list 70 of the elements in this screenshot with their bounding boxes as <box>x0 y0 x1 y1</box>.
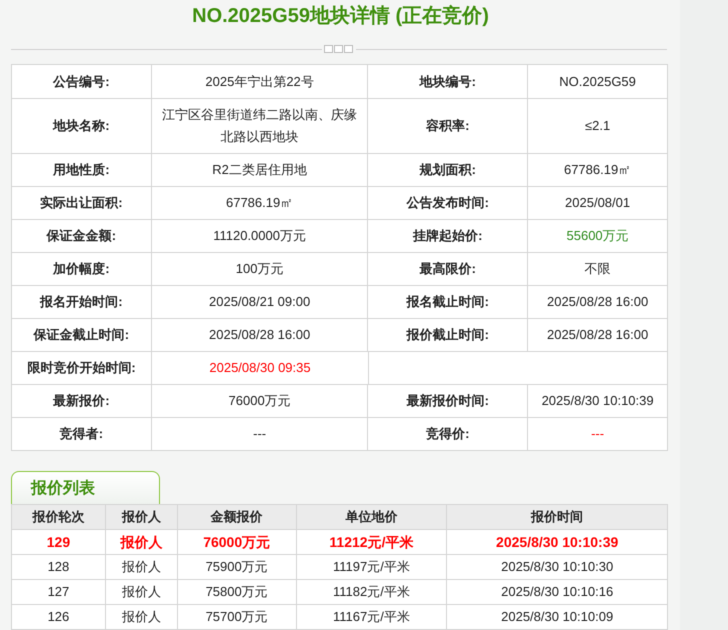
table-cell: 报价人 <box>104 555 177 579</box>
field-label: 保证金金额: <box>45 227 118 246</box>
field-label: 报名开始时间: <box>38 293 124 312</box>
table-cell: 报价人 <box>104 580 177 604</box>
column-header: 报价轮次 <box>31 508 86 526</box>
column-header: 单位地价 <box>296 505 446 529</box>
field-value: R2二类居住用地 <box>150 154 368 186</box>
table-cell: 11167元/平米 <box>296 605 446 629</box>
field-value: 2025年宁出第22号 <box>150 65 368 98</box>
table-cell-text: 126 <box>46 608 70 626</box>
page-title: NO.2025G59地块详情 (正在竞价) <box>192 4 489 29</box>
field-value: --- <box>527 418 667 450</box>
field-label: 公告编号: <box>52 72 111 91</box>
field-value: 2025/8/30 10:10:39 <box>527 385 667 417</box>
field-value: 江宁区谷里街道纬二路以南、庆缘北路以西地块 <box>150 99 368 153</box>
field-label: 最高限价: <box>367 253 528 285</box>
field-label: 规划面积: <box>367 154 528 186</box>
column-header: 报价人 <box>104 505 177 529</box>
table-cell-text: 128 <box>46 558 70 576</box>
field-label: 最新报价: <box>52 392 111 410</box>
field-label: 竞得价: <box>367 418 528 450</box>
column-header: 金额报价 <box>176 505 296 529</box>
field-value: 2025/08/28 16:00 <box>527 319 667 351</box>
table-cell: 报价人 <box>104 605 177 629</box>
field-label: 实际出让面积: <box>39 194 124 212</box>
field-value: 2025/08/01 <box>527 187 667 219</box>
table-cell: 2025/8/30 10:10:39 <box>446 530 667 554</box>
field-value: 67786.19㎡ <box>527 154 667 186</box>
field-value: 2025/08/30 09:35 <box>151 352 368 384</box>
field-label: 容积率: <box>367 99 528 153</box>
field-value: --- <box>150 418 368 450</box>
field-value: 2025/08/28 16:00 <box>527 286 667 318</box>
table-cell: 75800万元 <box>176 580 296 604</box>
field-label: 报名截止时间: <box>367 286 528 318</box>
field-value: 2025/08/21 09:00 <box>150 286 368 318</box>
field-value: 11120.0000万元 <box>150 220 368 252</box>
table-cell: 75900万元 <box>176 555 296 579</box>
table-cell: 11197元/平米 <box>296 555 446 579</box>
field-value: 2025/08/28 16:00 <box>150 319 368 351</box>
field-value: 不限 <box>527 253 667 285</box>
table-cell: 75700万元 <box>176 605 296 629</box>
field-label: 用地性质: <box>52 161 111 180</box>
field-label: 保证金截止时间: <box>32 326 130 344</box>
field-label: 挂牌起始价: <box>367 220 528 252</box>
field-value: 55600万元 <box>527 220 667 252</box>
table-cell: 11212元/平米 <box>296 530 446 554</box>
field-value: 67786.19㎡ <box>150 187 368 219</box>
field-label: 加价幅度: <box>52 260 111 278</box>
field-label: 地块名称: <box>52 117 111 136</box>
field-value: NO.2025G59 <box>527 65 667 98</box>
table-cell-text: 127 <box>46 583 70 602</box>
table-cell-text: 129 <box>46 532 72 552</box>
table-cell: 11182元/平米 <box>296 580 446 604</box>
field-value: 76000万元 <box>150 385 368 417</box>
table-cell: 2025/8/30 10:10:16 <box>446 580 667 604</box>
field-label: 地块编号: <box>367 65 528 98</box>
field-label: 竞得者: <box>58 425 104 444</box>
field-value: ≤2.1 <box>527 99 667 153</box>
field-label: 公告发布时间: <box>367 187 528 219</box>
column-header: 报价时间 <box>446 505 667 529</box>
field-value: 100万元 <box>150 253 368 285</box>
field-label: 报价截止时间: <box>367 319 528 351</box>
section-tab[interactable]: 报价列表 <box>11 471 160 505</box>
table-cell: 报价人 <box>104 530 177 554</box>
table-cell: 76000万元 <box>176 530 296 554</box>
divider-ornament-icon <box>324 45 354 53</box>
field-label: 最新报价时间: <box>367 385 528 417</box>
table-cell: 2025/8/30 10:10:30 <box>446 555 667 579</box>
table-cell: 2025/8/30 10:10:09 <box>446 605 667 629</box>
field-label: 限时竞价开始时间: <box>26 359 137 378</box>
